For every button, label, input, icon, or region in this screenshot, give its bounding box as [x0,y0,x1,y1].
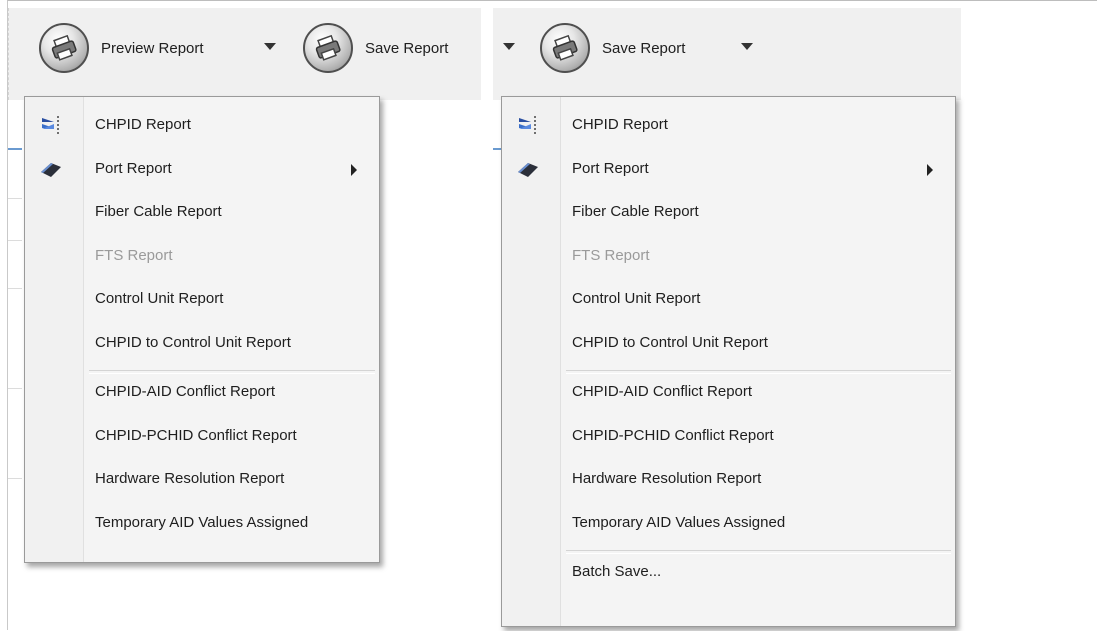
menu-item[interactable]: CHPID-AID Conflict Report [25,374,379,410]
menu-item-label: Hardware Resolution Report [95,470,285,487]
background-grid-line [8,240,22,241]
save-report-label: Save Report [365,39,449,57]
menu-item[interactable]: Port Report [502,151,955,187]
printer-icon [39,23,89,73]
menu-item[interactable]: Fiber Cable Report [25,194,379,230]
menu-item-label: CHPID Report [572,116,668,133]
port-chip-icon [516,157,540,181]
save-report-label: Save Report [602,39,686,57]
chpid-report-icon [516,113,540,137]
menu-item-label: CHPID-PCHID Conflict Report [95,426,297,444]
menu-item[interactable]: Port Report [25,151,379,187]
menu-item[interactable]: CHPID-PCHID Conflict Report [25,418,379,454]
menu-item[interactable]: CHPID-AID Conflict Report [502,374,955,410]
left-screenshot-panel: Preview Report Save Report CHPID Report P… [8,8,481,631]
report-menu: CHPID Report Port Report Fiber Cable Repor… [24,96,380,563]
menu-item-label: Fiber Cable Report [572,203,699,220]
menu-item[interactable]: Fiber Cable Report [502,194,955,230]
background-grid-line [8,288,22,289]
menu-item-label: FTS Report [95,246,173,264]
printer-icon [540,23,590,73]
menu-item[interactable]: Temporary AID Values Assigned [25,505,379,541]
menu-item[interactable]: CHPID Report [25,107,379,143]
menu-item-label: Control Unit Report [572,290,701,307]
background-accent-line [8,148,22,150]
menu-item[interactable]: Hardware Resolution Report [25,461,379,497]
chpid-report-icon [39,113,63,137]
menu-item-label: CHPID to Control Unit Report [572,333,768,351]
menu-item-label: Temporary AID Values Assigned [95,513,309,531]
menu-item[interactable]: Temporary AID Values Assigned [502,505,955,541]
right-screenshot-panel: Save Report CHPID Report Port Report Fiber… [493,8,961,631]
menu-item: FTS Report [25,238,379,274]
menu-item[interactable]: CHPID-PCHID Conflict Report [502,418,955,454]
menu-item[interactable]: CHPID Report [502,107,955,143]
menu-item[interactable]: Control Unit Report [25,281,379,317]
menu-item-label: Temporary AID Values Assigned [572,513,786,531]
menu-item-label: CHPID-AID Conflict Report [95,383,276,400]
menu-item[interactable]: Control Unit Report [502,281,955,317]
menu-item-label: CHPID Report [95,116,191,133]
background-grid-line [8,388,22,389]
menu-item-label: Port Report [95,159,172,177]
menu-item-label: Port Report [572,159,649,177]
report-toolbar: Save Report [493,8,961,100]
report-menu: CHPID Report Port Report Fiber Cable Repor… [501,96,956,627]
background-grid-line [8,198,22,199]
preview-dropdown-arrow-icon[interactable] [264,43,276,50]
menu-item[interactable]: Batch Save... [502,554,955,590]
menu-item[interactable]: CHPID to Control Unit Report [25,325,379,361]
save-dropdown-arrow-icon[interactable] [741,43,753,50]
menu-item: FTS Report [502,238,955,274]
menu-item-label: CHPID to Control Unit Report [95,333,291,351]
port-chip-icon [39,157,63,181]
report-toolbar: Preview Report Save Report [8,8,481,100]
menu-item[interactable]: Hardware Resolution Report [502,461,955,497]
menu-item-label: CHPID-AID Conflict Report [572,383,753,400]
menu-item-label: Hardware Resolution Report [572,470,762,487]
submenu-arrow-icon [351,163,357,176]
submenu-arrow-icon [927,163,933,176]
menu-item-label: FTS Report [572,246,650,264]
save-dropdown-arrow-icon[interactable] [503,43,515,50]
printer-icon [303,23,353,73]
menu-item-label: Control Unit Report [95,290,224,307]
save-report-button[interactable]: Save Report [540,22,685,74]
preview-report-label: Preview Report [101,39,204,57]
background-grid-line [8,478,22,479]
menu-item[interactable]: CHPID to Control Unit Report [502,325,955,361]
save-report-button[interactable]: Save Report [303,22,448,74]
menu-item-label: Batch Save... [572,563,662,580]
preview-report-button[interactable]: Preview Report [39,22,204,74]
menu-item-label: Fiber Cable Report [95,203,222,220]
menu-item-label: CHPID-PCHID Conflict Report [572,426,774,444]
